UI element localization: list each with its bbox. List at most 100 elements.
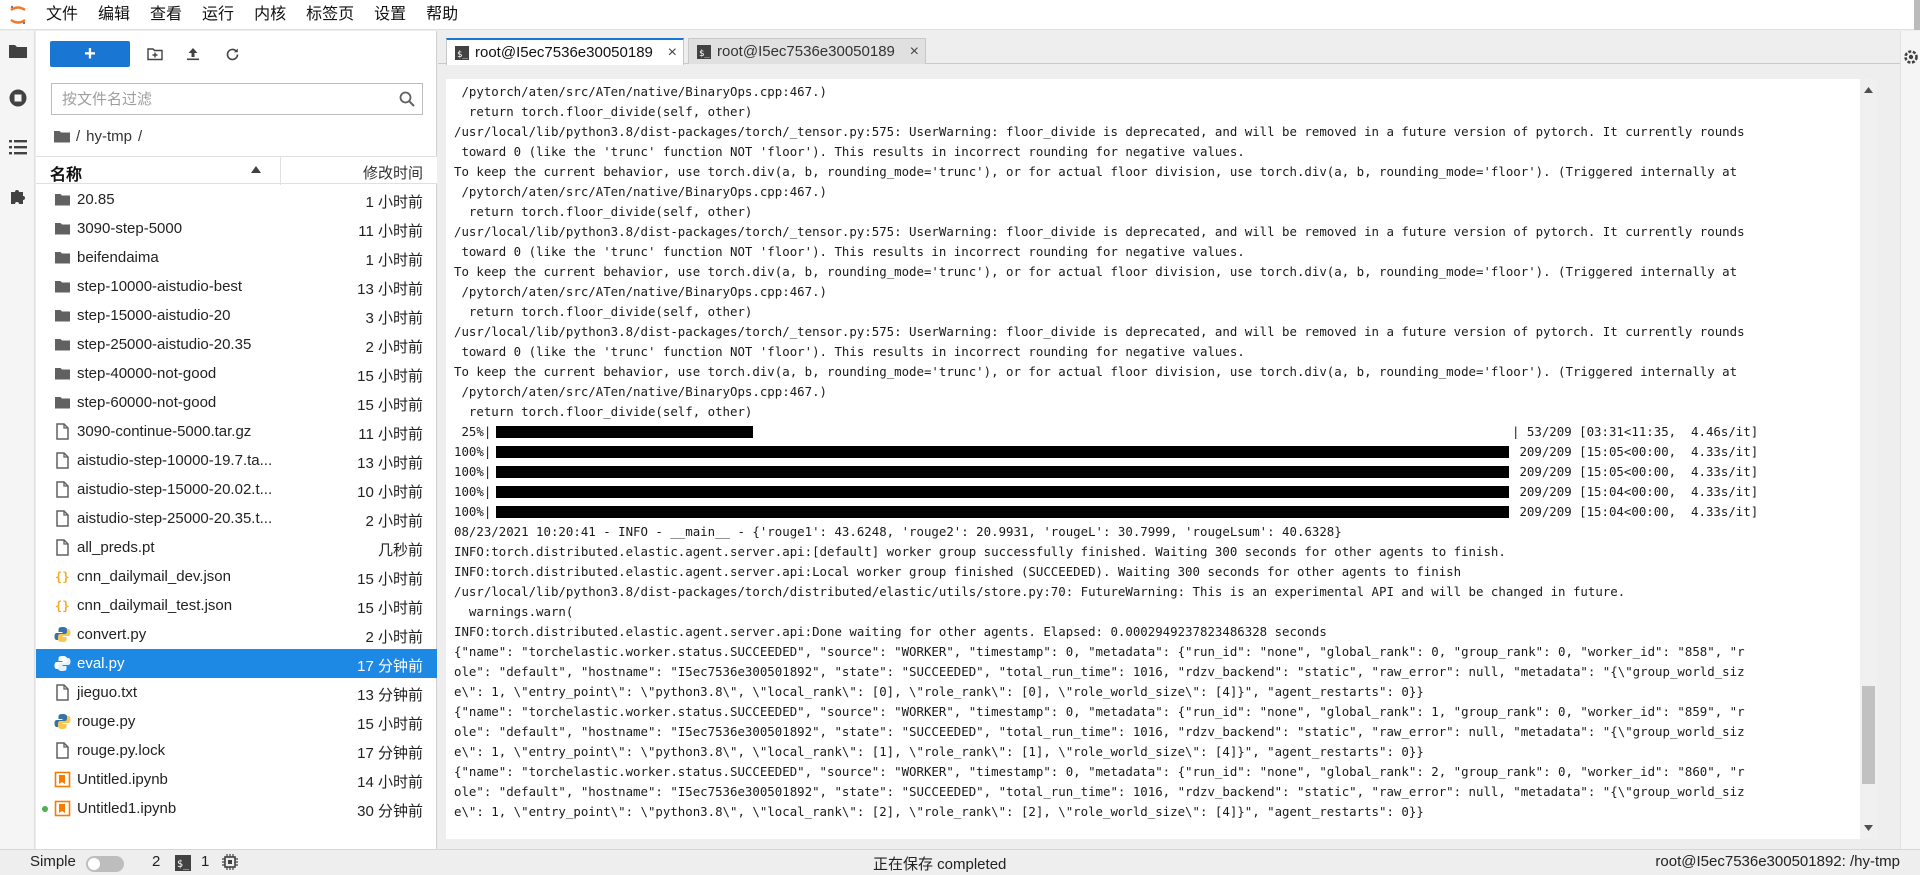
refresh-icon	[226, 48, 238, 60]
notebook-icon	[54, 771, 71, 788]
terminal-icon: $_	[697, 44, 711, 59]
file-row[interactable]: Untitled.ipynb 14 小时前	[36, 765, 437, 794]
menu-item-0[interactable]: 文件	[36, 0, 88, 30]
menu-item-3[interactable]: 运行	[192, 0, 244, 30]
upload-icon	[187, 48, 199, 61]
menu-item-1[interactable]: 编辑	[88, 0, 140, 30]
terminal-line: warnings.warn(	[454, 604, 574, 619]
running-sessions-tab[interactable]	[0, 78, 35, 118]
menu-item-7[interactable]: 帮助	[416, 0, 468, 30]
extension-manager-tab[interactable]	[0, 176, 35, 216]
file-modified-time: 17 分钟前	[357, 658, 423, 675]
folder-icon	[55, 281, 70, 293]
file-list: 20.85 1 小时前 3090-step-5000 11 小时前 beifendaim…	[36, 185, 437, 823]
file-row[interactable]: aistudio-step-15000-20.02.t... 10 小时前	[36, 475, 437, 504]
new-launcher-button[interactable]: +	[50, 41, 130, 67]
terminal-path: root@I5ec7536e300501892: /hy-tmp	[1655, 853, 1900, 870]
file-row[interactable]: eval.py 17 分钟前	[36, 649, 437, 678]
file-row[interactable]: jieguo.txt 13 分钟前	[36, 678, 437, 707]
refresh-button[interactable]	[221, 43, 243, 65]
file-modified-time: 13 小时前	[357, 455, 423, 472]
folder-icon	[8, 45, 27, 58]
terminal-line: To keep the current behavior, use torch.…	[454, 364, 1738, 379]
table-of-contents-tab[interactable]	[0, 127, 35, 167]
puzzle-icon	[10, 190, 25, 204]
search-icon	[399, 91, 415, 107]
terminal-line: /pytorch/aten/src/ATen/native/BinaryOps.…	[454, 84, 827, 99]
file-row[interactable]: rouge.py.lock 17 分钟前	[36, 736, 437, 765]
terminal-output[interactable]: /pytorch/aten/src/ATen/native/BinaryOps.…	[446, 79, 1860, 839]
close-icon[interactable]: ×	[668, 44, 677, 62]
file-filter-input[interactable]	[52, 84, 372, 114]
upload-button[interactable]	[182, 43, 204, 65]
kernel-status-icon[interactable]	[222, 854, 238, 870]
file-row[interactable]: beifendaima 1 小时前	[36, 243, 437, 272]
column-modified-header[interactable]: 修改时间	[363, 162, 423, 183]
folder-icon	[55, 368, 70, 380]
terminal-scrollbar[interactable]	[1860, 79, 1877, 839]
file-row[interactable]: Untitled1.ipynb 30 分钟前	[36, 794, 437, 823]
simple-mode-toggle[interactable]	[86, 856, 124, 872]
file-row[interactable]: rouge.py 15 小时前	[36, 707, 437, 736]
file-modified-time: 15 小时前	[357, 397, 423, 414]
file-row[interactable]: step-25000-aistudio-20.35 2 小时前	[36, 330, 437, 359]
column-name-header[interactable]: 名称	[50, 161, 82, 185]
file-row[interactable]: step-15000-aistudio-20 3 小时前	[36, 301, 437, 330]
breadcrumb-folder[interactable]: hy-tmp	[86, 128, 132, 145]
python-file-icon	[54, 656, 71, 671]
window-edge	[1914, 0, 1920, 30]
terminal-line: INFO:torch.distributed.elastic.agent.ser…	[454, 564, 1462, 579]
tab-terminal-2[interactable]: $_ root@I5ec7536e30050189 ×	[688, 38, 926, 64]
file-list-header: 名称 修改时间	[36, 156, 437, 185]
tab-bar: $_ root@I5ec7536e30050189 × $_ root@I5ec…	[438, 31, 1900, 65]
scroll-up-icon[interactable]	[1864, 87, 1873, 93]
close-icon[interactable]: ×	[910, 43, 919, 61]
menu-item-2[interactable]: 查看	[140, 0, 192, 30]
terminal-count[interactable]: 1	[201, 853, 209, 870]
progress-bar-track	[496, 486, 1509, 498]
menu-item-6[interactable]: 设置	[364, 0, 416, 30]
folder-icon	[55, 223, 70, 235]
file-name: beifendaima	[77, 249, 159, 266]
progress-bar-track	[496, 466, 1509, 478]
column-divider[interactable]	[280, 157, 281, 185]
tab-terminal-1[interactable]: $_ root@I5ec7536e30050189 ×	[446, 38, 684, 65]
left-activity-bar	[0, 31, 35, 849]
file-row[interactable]: 3090-step-5000 11 小时前	[36, 214, 437, 243]
kernel-count[interactable]: 2	[152, 853, 160, 870]
plus-icon: +	[84, 43, 96, 65]
file-row[interactable]: convert.py 2 小时前	[36, 620, 437, 649]
terminal-icon[interactable]: $_	[175, 855, 191, 871]
file-name: step-60000-not-good	[77, 394, 217, 411]
file-row[interactable]: 3090-continue-5000.tar.gz 11 小时前	[36, 417, 437, 446]
file-row[interactable]: step-60000-not-good 15 小时前	[36, 388, 437, 417]
property-inspector-gear-icon[interactable]	[1901, 47, 1920, 67]
file-row[interactable]: aistudio-step-25000-20.35.t... 2 小时前	[36, 504, 437, 533]
file-row[interactable]: step-10000-aistudio-best 13 小时前	[36, 272, 437, 301]
file-row[interactable]: {} cnn_dailymail_dev.json 15 小时前	[36, 562, 437, 591]
file-row[interactable]: all_preds.pt 几秒前	[36, 533, 437, 562]
right-sidebar	[1900, 31, 1920, 849]
scroll-down-icon[interactable]	[1864, 825, 1873, 831]
terminal-icon: $_	[455, 45, 469, 60]
file-name: 3090-step-5000	[77, 220, 183, 237]
breadcrumb-root-separator[interactable]: /	[76, 128, 80, 145]
terminal-line: toward 0 (like the 'trunc' function NOT …	[454, 344, 1245, 359]
file-row[interactable]: 20.85 1 小时前	[36, 185, 437, 214]
menu-item-5[interactable]: 标签页	[296, 0, 364, 30]
folder-icon	[55, 194, 70, 206]
file-browser-tab[interactable]	[0, 31, 35, 71]
sort-ascending-icon[interactable]	[251, 166, 261, 173]
jupyter-logo[interactable]	[0, 0, 36, 30]
file-name: 3090-continue-5000.tar.gz	[77, 423, 252, 440]
file-row[interactable]: aistudio-step-10000-19.7.ta... 13 小时前	[36, 446, 437, 475]
progress-line: 100%| 209/209 [15:04<00:00, 4.33s/it]	[454, 482, 1849, 502]
new-folder-button[interactable]	[144, 43, 166, 65]
file-row[interactable]: step-40000-not-good 15 小时前	[36, 359, 437, 388]
terminal-line: e\": 1, \"entry_point\": \"python3.8\", …	[454, 744, 1424, 759]
menu-item-4[interactable]: 内核	[244, 0, 296, 30]
file-row[interactable]: {} cnn_dailymail_test.json 15 小时前	[36, 591, 437, 620]
folder-icon[interactable]	[54, 130, 70, 143]
terminal-line: return torch.floor_divide(self, other)	[454, 204, 753, 219]
scrollbar-thumb[interactable]	[1862, 686, 1875, 784]
